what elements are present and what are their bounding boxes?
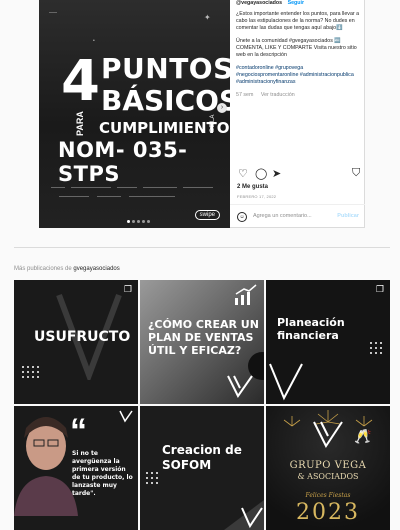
logo-v-icon — [241, 507, 263, 529]
logo-v-icon — [227, 375, 253, 398]
growth-chart-icon — [235, 284, 257, 305]
carousel-dots — [127, 220, 150, 223]
slide-title-line1: PUNTOS — [101, 52, 230, 85]
grid-post-felices-fiestas[interactable]: 🥂 GRUPO VEGA & ASOCIADOS Felices Fiestas… — [266, 406, 390, 530]
sparkle-icon: ✦ — [204, 13, 211, 22]
comment-bar: ☺ Agrega un comentario... Publicar — [230, 204, 365, 229]
tile-brand-line1: GRUPO VEGA — [289, 460, 367, 471]
bookmark-icon[interactable]: ⛉ — [352, 167, 360, 180]
follow-button[interactable]: Seguir — [288, 0, 304, 6]
tile-title-line1: Creacion de — [162, 443, 242, 457]
caption-hashtags[interactable]: #contadoronline #grupovega #negociosprom… — [236, 65, 361, 86]
champagne-glasses-icon: 🥂 — [354, 428, 372, 444]
caption-paragraph-2: Únete a la comunidad #gvegayasociados 🔤 … — [236, 38, 357, 58]
slide-dela-label: DE LA — [210, 114, 216, 132]
caption-paragraph-1: ¿Estos importante entender los puntos, p… — [236, 11, 360, 31]
dot-icon: • — [93, 38, 95, 44]
grid-post-planeacion[interactable]: Planeación financiera ❐ — [266, 280, 390, 404]
more-posts-label: Más publicaciones de — [14, 266, 72, 272]
publish-button[interactable]: Publicar — [337, 213, 359, 219]
tile-title-line2: financiera — [277, 329, 339, 342]
dot-grid-decoration — [22, 366, 39, 378]
quote-icon: “ — [70, 412, 87, 450]
post-image[interactable]: ✦ • 4 PUNTOS BÁSICOS PARA CUMPLIMIENTO D… — [39, 0, 230, 228]
post-date: FEBRERO 17, 2022 — [237, 194, 277, 199]
logo-v-icon — [119, 410, 133, 423]
logo-v-icon — [313, 421, 343, 448]
next-slide-button[interactable]: › — [217, 103, 227, 113]
post-caption: @vegayasociados Seguir ¿Estos importante… — [236, 0, 361, 105]
logo-v-watermark — [269, 363, 303, 401]
more-posts-header: Más publicaciones de gvegayasociados — [14, 266, 120, 272]
comment-icon[interactable]: ◯ — [255, 167, 267, 180]
grid-post-plan-ventas[interactable]: ¿CÓMO CREAR UN PLAN DE VENTAS ÚTIL Y EFI… — [140, 280, 264, 404]
person-photo — [14, 417, 78, 516]
grid-post-sofom[interactable]: Creacion de SOFOM — [140, 406, 264, 530]
tile-title-line1: Planeación — [277, 316, 345, 329]
tile-year: 2023 — [296, 500, 360, 525]
post-time: 57 sem — [236, 92, 254, 98]
tile-greeting: Felices Fiestas — [305, 492, 351, 499]
grid-post-usufructo[interactable]: USUFRUCTO ❐ — [14, 280, 138, 404]
slide-number: 4 — [61, 49, 100, 114]
tile-title-line2: SOFOM — [162, 458, 212, 472]
tile-title: ¿CÓMO CREAR UN PLAN DE VENTAS ÚTIL Y EFI… — [148, 318, 259, 357]
tile-quote-text: Si no te avergüenza la primera versión d… — [72, 450, 133, 497]
tile-brand-line2: & ASOCIADOS — [297, 472, 359, 481]
carousel-icon: ❐ — [123, 284, 132, 294]
like-count[interactable]: 2 Me gusta — [237, 184, 268, 190]
grid-post-quote[interactable]: “ Si no te avergüenza la primera versión… — [14, 406, 138, 530]
username-link[interactable]: @vegayasociados — [236, 0, 282, 6]
slide-title-line4: NOM- 035- STPS — [58, 138, 188, 186]
dot-grid-decoration — [146, 472, 158, 484]
carousel-icon: ❐ — [375, 284, 384, 294]
post-actions: ♡ ◯ ➤ ⛉ — [236, 167, 360, 181]
divider — [14, 247, 390, 248]
swipe-label: swipe — [194, 210, 220, 220]
tile-title: USUFRUCTO — [34, 329, 131, 345]
dot-grid-decoration — [370, 342, 382, 354]
share-icon[interactable]: ➤ — [272, 167, 281, 180]
emoji-icon[interactable]: ☺ — [237, 212, 247, 222]
translate-link[interactable]: Ver traducción — [261, 92, 295, 98]
slide-title-line2: BÁSICOS — [101, 84, 230, 117]
more-posts-user-link[interactable]: gvegayasociados — [73, 266, 119, 272]
comment-input[interactable]: Agrega un comentario... — [253, 213, 312, 219]
like-heart-icon[interactable]: ♡ — [238, 167, 248, 180]
slide-para-label: PARA — [75, 111, 85, 136]
